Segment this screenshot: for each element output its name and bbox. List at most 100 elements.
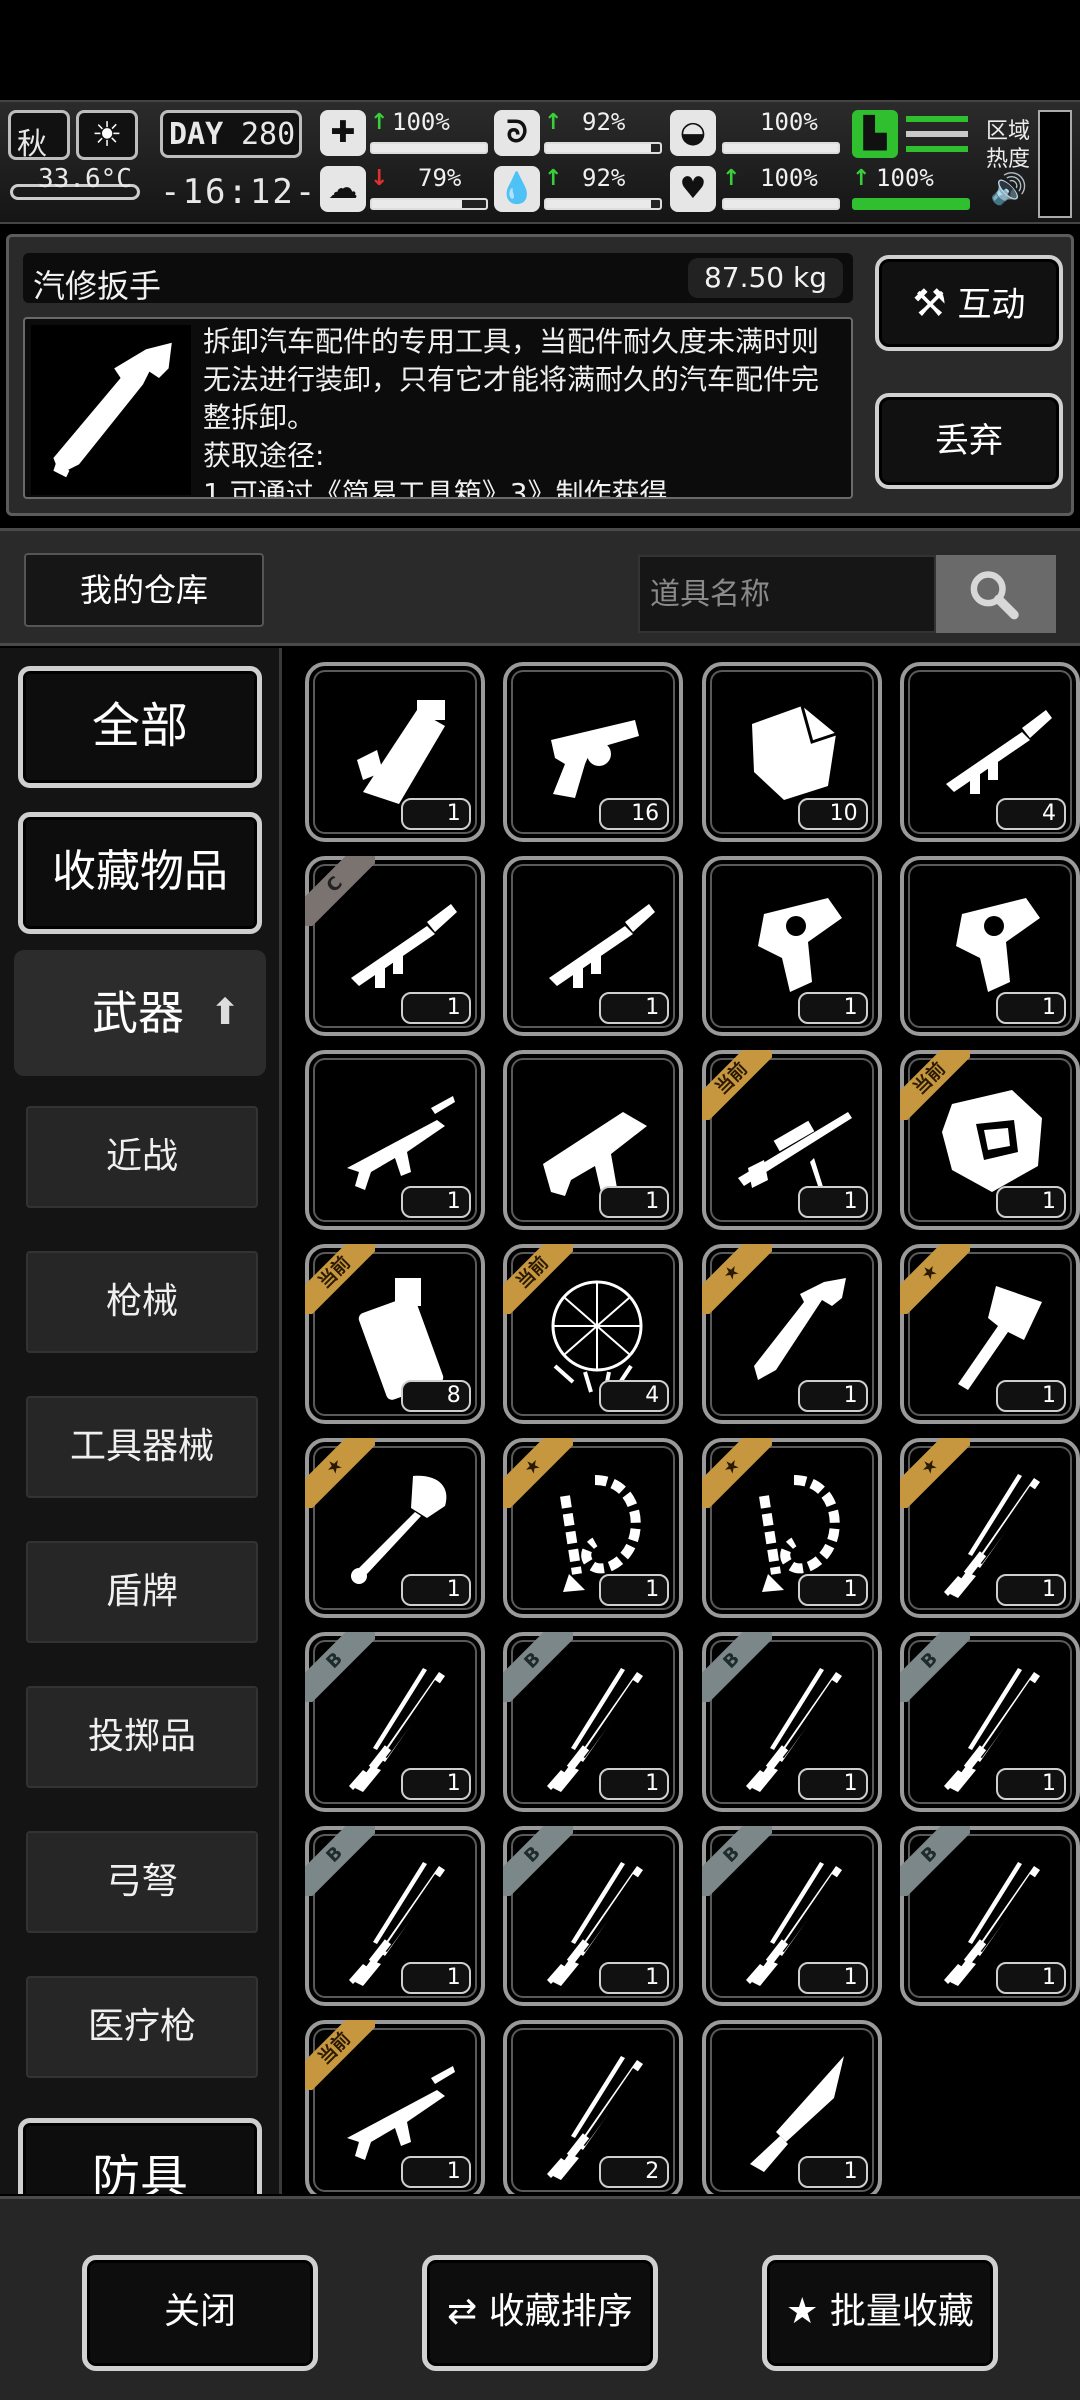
inventory-slot[interactable]: B1 bbox=[701, 1826, 882, 2006]
inventory-slot[interactable]: B1 bbox=[900, 1826, 1080, 2006]
inventory-slot[interactable]: 当前 8 bbox=[304, 1244, 485, 1424]
inventory-slot[interactable]: 当前 1 bbox=[304, 2020, 485, 2194]
category-melee[interactable]: 近战 bbox=[26, 1106, 258, 1208]
item-tag-badge: B bbox=[701, 1632, 772, 1702]
inventory-slot[interactable]: B1 bbox=[304, 1632, 485, 1812]
inventory-slot[interactable]: ★ 1 bbox=[900, 1438, 1080, 1618]
inventory-slot[interactable]: B1 bbox=[503, 1826, 684, 2006]
item-quantity: 1 bbox=[996, 1962, 1066, 1994]
inventory-slot[interactable]: ★ 1 bbox=[701, 1244, 882, 1424]
item-tag-badge: B bbox=[900, 1826, 970, 1896]
inventory-slot[interactable]: C1 bbox=[304, 856, 485, 1036]
item-tag-badge: B bbox=[701, 1826, 772, 1896]
heart-icon: ♥ bbox=[670, 166, 716, 212]
inventory-slot[interactable]: B1 bbox=[304, 1826, 485, 2006]
hunger-bar bbox=[544, 142, 662, 154]
inventory-slot[interactable]: 1 bbox=[503, 1050, 684, 1230]
item-grid: 1 16 10 4 C 1 1 1 1 1 1 当前 1 当前 1 当前 8 当前 4 ★ 1 ★ 1 ★ 1 ★ 1 ★ 1 ★ 1 B 1 B… bbox=[290, 648, 1080, 2194]
inventory-slot[interactable]: 2 bbox=[503, 2020, 684, 2194]
category-medical-guns[interactable]: 医疗枪 bbox=[26, 1976, 258, 2078]
inventory-slot[interactable]: 1 bbox=[503, 856, 684, 1036]
item-tag-badge: ★ bbox=[503, 1438, 574, 1508]
item-quantity: 1 bbox=[400, 1962, 471, 1994]
item-quantity: 1 bbox=[996, 992, 1066, 1024]
inventory-slot[interactable]: 10 bbox=[701, 662, 882, 842]
item-tag-badge: B bbox=[900, 1632, 970, 1702]
interact-button[interactable]: ⚒ 互动 bbox=[875, 255, 1063, 351]
health-value: 100% bbox=[392, 108, 450, 136]
category-throwables[interactable]: 投掷品 bbox=[26, 1686, 258, 1788]
inventory-slot[interactable]: B1 bbox=[900, 1632, 1080, 1812]
inventory-slot[interactable]: 1 bbox=[304, 1050, 485, 1230]
discard-button[interactable]: 丢弃 bbox=[875, 393, 1063, 489]
bladder-bar bbox=[722, 142, 840, 154]
item-quantity: 1 bbox=[797, 1380, 868, 1412]
item-quantity: 1 bbox=[599, 1186, 670, 1218]
category-all[interactable]: 全部 bbox=[18, 666, 262, 788]
category-tools[interactable]: 工具器械 bbox=[26, 1396, 258, 1498]
item-tag-badge: ★ bbox=[900, 1438, 970, 1508]
item-tag-badge: ★ bbox=[304, 1438, 375, 1508]
item-tag-badge: ★ bbox=[900, 1244, 970, 1314]
inventory-slot[interactable]: 当前 1 bbox=[701, 1050, 882, 1230]
item-tag-label: 当前 bbox=[304, 1244, 375, 1314]
item-tag-label: B bbox=[900, 1632, 970, 1702]
clock-time: -16:12- bbox=[160, 172, 318, 212]
item-quantity: 2 bbox=[599, 2156, 670, 2188]
batch-favorite-button[interactable]: ★ 批量收藏 bbox=[762, 2255, 998, 2371]
item-tag-label: B bbox=[701, 1632, 772, 1702]
inventory-slot[interactable]: 1 bbox=[701, 856, 882, 1036]
inventory-slot[interactable]: ★ 1 bbox=[900, 1244, 1080, 1424]
item-quantity: 1 bbox=[400, 1186, 471, 1218]
category-shields[interactable]: 盾牌 bbox=[26, 1541, 258, 1643]
inventory-slot[interactable]: 1 bbox=[701, 2020, 882, 2194]
thirst-value: 92% bbox=[582, 164, 626, 192]
item-quantity: 1 bbox=[797, 1186, 868, 1218]
interact-button-label: 互动 bbox=[957, 285, 1026, 325]
category-bows[interactable]: 弓弩 bbox=[26, 1831, 258, 1933]
item-detail-panel: 汽修扳手 87.50 kg 拆卸汽车配件的专用工具，当配件耐久度未满时则无法进行… bbox=[6, 234, 1074, 516]
stamina-value: 100% bbox=[876, 164, 934, 192]
inventory-slot[interactable]: ★ 1 bbox=[503, 1438, 684, 1618]
category-weapons[interactable]: 武器 ⬆ bbox=[14, 950, 266, 1076]
inventory-slot[interactable]: 1 bbox=[900, 856, 1080, 1036]
item-search-input[interactable] bbox=[638, 555, 936, 633]
item-quantity: 1 bbox=[797, 1574, 868, 1606]
category-favorites[interactable]: 收藏物品 bbox=[18, 812, 262, 934]
sort-favorites-button[interactable]: ⇄ 收藏排序 bbox=[422, 2255, 658, 2371]
stat-up-arrow: ↑ bbox=[370, 110, 389, 135]
item-description-box[interactable]: 拆卸汽车配件的专用工具，当配件耐久度未满时则无法进行装卸，只有它才能将满耐久的汽… bbox=[23, 317, 853, 499]
item-tag-badge: ★ bbox=[701, 1438, 772, 1508]
inventory-slot[interactable]: 当前 4 bbox=[503, 1244, 684, 1424]
inventory-slot[interactable]: ★ 1 bbox=[701, 1438, 882, 1618]
inventory-slot[interactable]: ★ 1 bbox=[304, 1438, 485, 1618]
mood-bar bbox=[370, 198, 488, 210]
inventory-slot[interactable]: 1 bbox=[304, 662, 485, 842]
item-quantity: 1 bbox=[599, 1962, 670, 1994]
item-description-text: 拆卸汽车配件的专用工具，当配件耐久度未满时则无法进行装卸，只有它才能将满耐久的汽… bbox=[203, 325, 820, 434]
category-armor[interactable]: 防具 bbox=[18, 2118, 262, 2194]
sun-icon: ☀ bbox=[76, 110, 138, 160]
category-firearms[interactable]: 枪械 bbox=[26, 1251, 258, 1353]
stat-up-arrow: ↑ bbox=[852, 166, 871, 191]
item-quantity: 1 bbox=[400, 798, 471, 830]
speaker-icon[interactable]: 🔊 bbox=[990, 172, 1027, 207]
inventory-slot[interactable]: 4 bbox=[900, 662, 1080, 842]
close-button[interactable]: 关闭 bbox=[82, 2255, 318, 2371]
item-tag-label: 当前 bbox=[701, 1050, 772, 1120]
stat-down-arrow: ↓ bbox=[370, 166, 389, 191]
inventory-slot[interactable]: 当前 1 bbox=[900, 1050, 1080, 1230]
search-button[interactable] bbox=[936, 555, 1056, 633]
item-tag-badge: 当前 bbox=[304, 2020, 375, 2090]
day-label: DAY bbox=[169, 117, 224, 152]
inventory-slot[interactable]: B1 bbox=[503, 1632, 684, 1812]
item-tag-badge: ★ bbox=[701, 1244, 772, 1314]
stat-up-arrow: ↑ bbox=[722, 166, 741, 191]
search-icon bbox=[970, 571, 1019, 620]
hammer-icon: ⚒ bbox=[912, 281, 947, 325]
inventory-slot[interactable]: 16 bbox=[503, 662, 684, 842]
inventory-slot[interactable]: B1 bbox=[701, 1632, 882, 1812]
heart-bar bbox=[722, 198, 840, 210]
item-tag-badge: B bbox=[503, 1826, 574, 1896]
item-tag-label: 当前 bbox=[304, 2020, 375, 2090]
